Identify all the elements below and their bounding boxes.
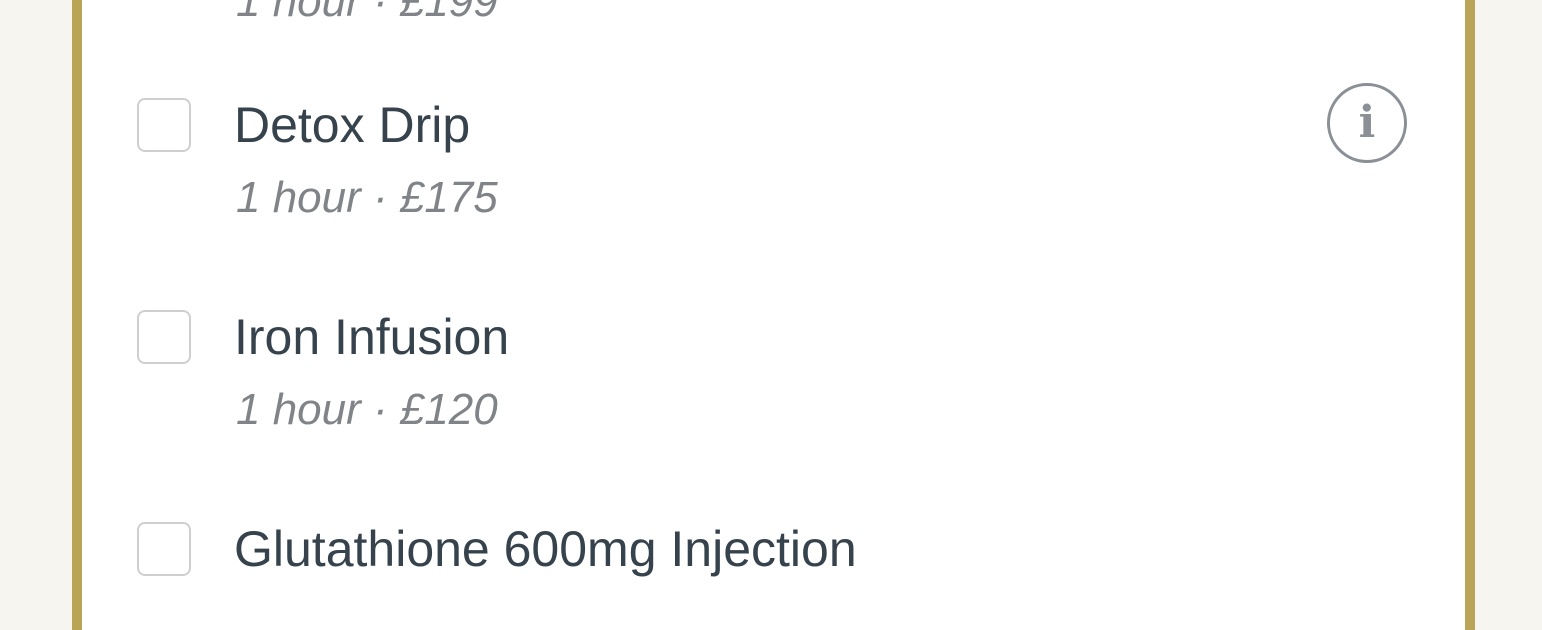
service-name: Glutathione 600mg Injection bbox=[234, 521, 857, 577]
service-name: Detox Drip bbox=[234, 97, 471, 153]
service-name: Iron Infusion bbox=[234, 309, 510, 365]
service-meta: 1 hour · £199 bbox=[236, 0, 498, 26]
service-checkbox[interactable] bbox=[137, 522, 191, 576]
service-checkbox[interactable] bbox=[137, 310, 191, 364]
services-panel: 1 hour · £199 Detox Drip 1 hour · £175 i… bbox=[72, 0, 1475, 630]
service-meta: 1 hour · £120 bbox=[236, 385, 498, 434]
service-meta: 1 hour · £175 bbox=[236, 173, 498, 222]
info-glyph: i bbox=[1358, 97, 1376, 148]
info-icon[interactable]: i bbox=[1327, 83, 1407, 163]
service-checkbox[interactable] bbox=[137, 98, 191, 152]
